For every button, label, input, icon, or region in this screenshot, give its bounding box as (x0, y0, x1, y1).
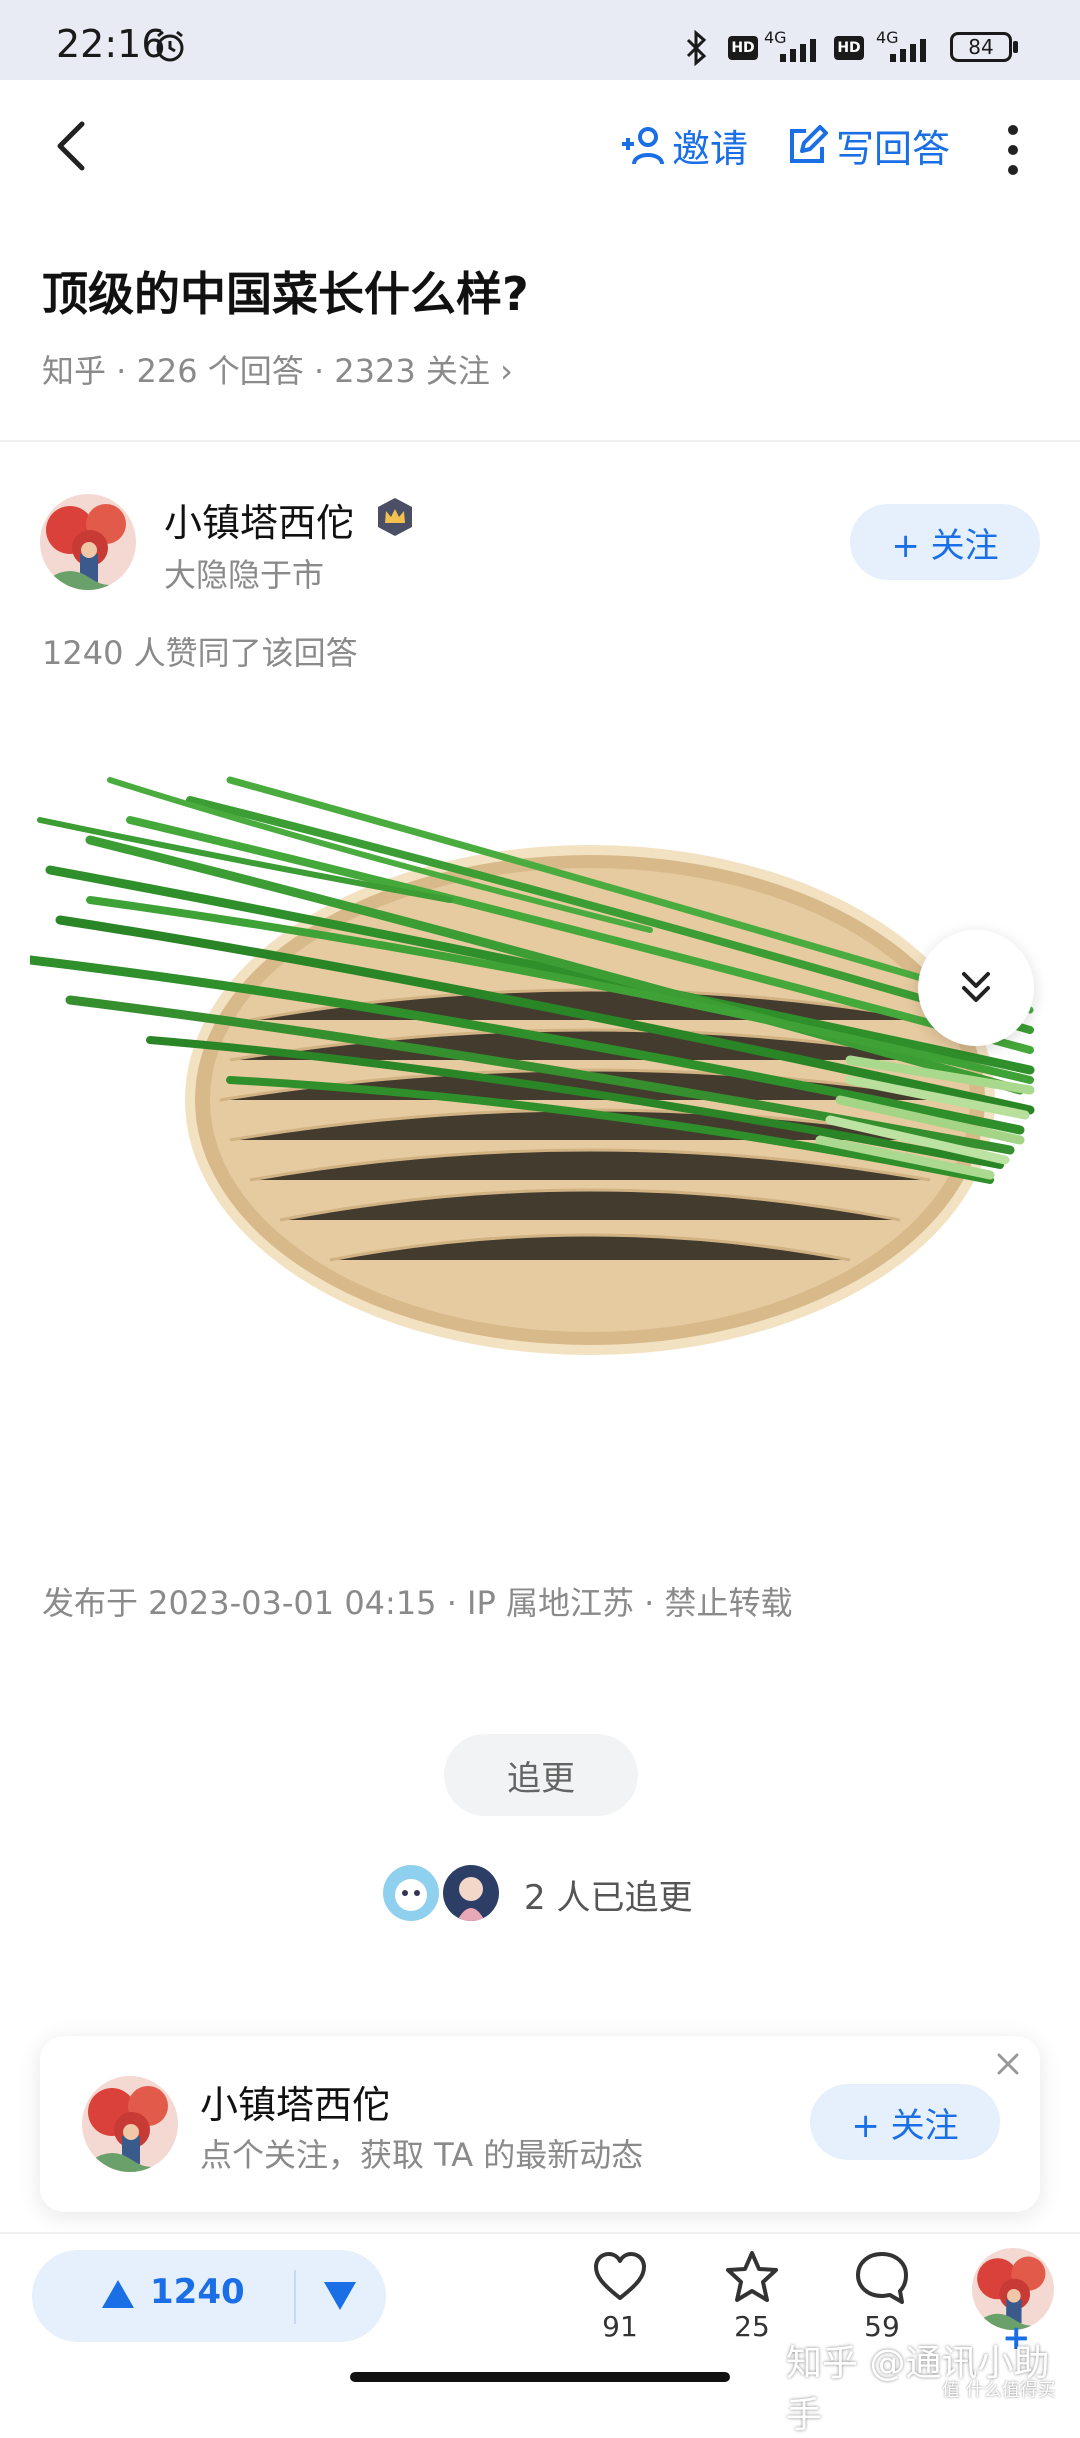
follower-avatar (440, 1862, 502, 1924)
overlay-watermark-small: 值 什么值得买 (942, 2380, 1056, 2401)
upvote-count: 1240 (150, 2272, 245, 2312)
star-icon[interactable] (724, 2250, 780, 2306)
follower-avatar (380, 1862, 442, 1924)
divider (0, 440, 1080, 442)
author-bio: 大隐隐于市 (164, 556, 325, 594)
downvote-button[interactable] (322, 2280, 358, 2312)
favorite-count: 25 (734, 2310, 770, 2343)
write-answer-button[interactable]: 写回答 (786, 118, 950, 173)
signal-icon-1 (780, 39, 816, 62)
card-follow-button[interactable]: + 关注 (810, 2084, 1000, 2160)
expand-answer-button[interactable] (918, 930, 1034, 1046)
follow-button[interactable]: + 关注 (850, 504, 1040, 580)
bluetooth-icon (686, 30, 707, 66)
image-watermark: 知乎 @小镇塔西佗 (776, 1457, 1009, 1490)
card-author-avatar[interactable] (82, 2076, 178, 2172)
likes-summary: 1240 人赞同了该回答 (42, 634, 358, 672)
card-author-name[interactable]: 小镇塔西佗 (200, 2074, 390, 2129)
comment-icon[interactable] (854, 2250, 910, 2306)
signal-icon-2 (890, 39, 926, 62)
alarm-icon (156, 30, 184, 62)
question-title[interactable]: 顶级的中国菜长什么样? (42, 258, 529, 324)
invite-label: 邀请 (672, 127, 749, 171)
close-icon[interactable] (994, 2050, 1022, 2078)
battery-indicator: 84 (950, 32, 1012, 62)
follow-updates-button[interactable]: 追更 (444, 1734, 638, 1816)
heart-icon[interactable] (592, 2250, 648, 2306)
hd-badge-1: HD (728, 36, 758, 60)
status-time: 22:16 (56, 22, 166, 66)
vote-separator (294, 2270, 296, 2324)
hd-badge-2: HD (834, 36, 864, 60)
question-meta[interactable]: 知乎 · 226 个回答 · 2323 关注 › (42, 346, 513, 392)
double-chevron-down-icon (962, 972, 990, 1002)
back-button[interactable] (44, 116, 104, 176)
like-count: 91 (602, 2310, 638, 2343)
crown-badge-icon (378, 498, 412, 536)
home-indicator[interactable] (350, 2372, 730, 2382)
upvote-button[interactable] (100, 2278, 136, 2310)
author-name[interactable]: 小镇塔西佗 (164, 492, 354, 547)
battery-tip (1013, 41, 1018, 53)
publish-info: 发布于 2023-03-01 04:15 · IP 属地江苏 · 禁止转载 (42, 1584, 793, 1622)
invite-button[interactable]: 邀请 (620, 118, 748, 173)
card-subtitle: 点个关注，获取 TA 的最新动态 (200, 2136, 644, 2174)
add-person-icon (622, 126, 664, 165)
author-avatar[interactable] (40, 494, 136, 590)
followers-count: 2 人已追更 (524, 1878, 693, 1918)
write-answer-label: 写回答 (836, 127, 951, 171)
more-options-icon[interactable] (998, 122, 1028, 178)
answer-image-chives[interactable] (30, 760, 1050, 1520)
edit-icon (790, 124, 828, 163)
